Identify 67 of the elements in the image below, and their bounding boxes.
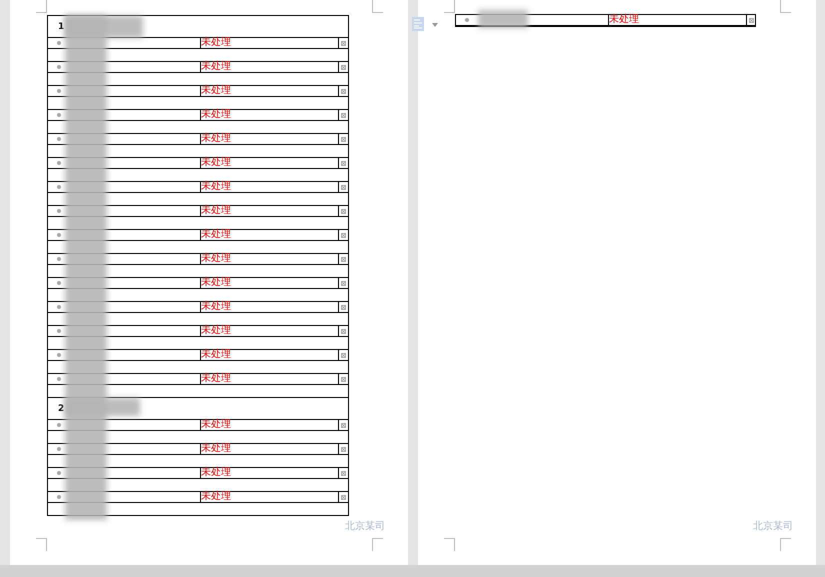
status-cell: 未处理 [200,38,338,48]
checkbox-icon[interactable] [341,232,346,238]
bullet-dot [57,305,61,309]
status-cell: 未处理 [200,492,338,502]
checkbox-icon[interactable] [341,256,346,262]
status-cell: 未处理 [200,86,338,96]
checkbox-icon[interactable] [341,112,346,118]
checkbox-icon[interactable] [341,88,346,94]
status-cell: 未处理 [200,468,338,478]
bullet-dot [57,137,61,141]
bullet-dot [57,353,61,357]
group-number: 1 [58,22,64,32]
checkbox-icon[interactable] [341,184,346,190]
status-cell: 未处理 [200,62,338,72]
status-cell: 未处理 [200,302,338,312]
checkbox-icon[interactable] [341,352,346,358]
status-cell: 未处理 [200,326,338,336]
bullet-dot [57,209,61,213]
checkbox-icon[interactable] [341,376,346,382]
status-cell: 未处理 [200,230,338,240]
document-icon[interactable] [412,17,424,31]
bullet-dot [57,495,61,499]
bullet-dot [57,113,61,117]
checkbox-icon[interactable] [341,40,346,46]
checkbox-icon[interactable] [341,208,346,214]
bullet-dot [57,281,61,285]
bullet-dot [465,18,469,22]
bullet-dot [57,41,61,45]
bullet-dot [57,377,61,381]
status-cell: 未处理 [200,158,338,168]
bullet-dot [57,89,61,93]
status-cell: 未处理 [200,374,338,384]
checkbox-icon[interactable] [341,64,346,70]
status-cell: 未处理 [200,254,338,264]
checkbox-icon[interactable] [341,470,346,476]
bullet-dot [57,185,61,189]
checkbox-icon[interactable] [341,328,346,334]
status-cell: 未处理 [200,110,338,120]
checkbox-icon[interactable] [341,304,346,310]
status-cell: 未处理 [200,134,338,144]
status-cell: 未处理 [200,206,338,216]
redaction-blur [478,10,528,28]
checkbox-icon[interactable] [748,18,754,22]
page-footer: 北京某司 [753,519,793,533]
checkbox-icon[interactable] [341,160,346,166]
bullet-dot [57,423,61,427]
checkbox-icon[interactable] [341,446,346,452]
status-cell: 未处理 [200,278,338,288]
bullet-dot [57,447,61,451]
status-cell: 未处理 [608,15,746,25]
status-cell: 未处理 [200,182,338,192]
bullet-dot [57,257,61,261]
status-cell: 未处理 [200,420,338,430]
status-cell: 未处理 [200,350,338,360]
bullet-dot [57,471,61,475]
checkbox-icon[interactable] [341,280,346,286]
checkbox-icon[interactable] [341,494,346,500]
status-cell: 未处理 [200,444,338,454]
group-number: 2 [58,404,64,414]
bullet-dot [57,233,61,237]
caret-icon[interactable] [432,23,438,27]
checkbox-icon[interactable] [341,136,346,142]
checkbox-icon[interactable] [341,422,346,428]
page-footer: 北京某司 [345,519,385,533]
bullet-dot [57,329,61,333]
bullet-dot [57,161,61,165]
bullet-dot [57,65,61,69]
